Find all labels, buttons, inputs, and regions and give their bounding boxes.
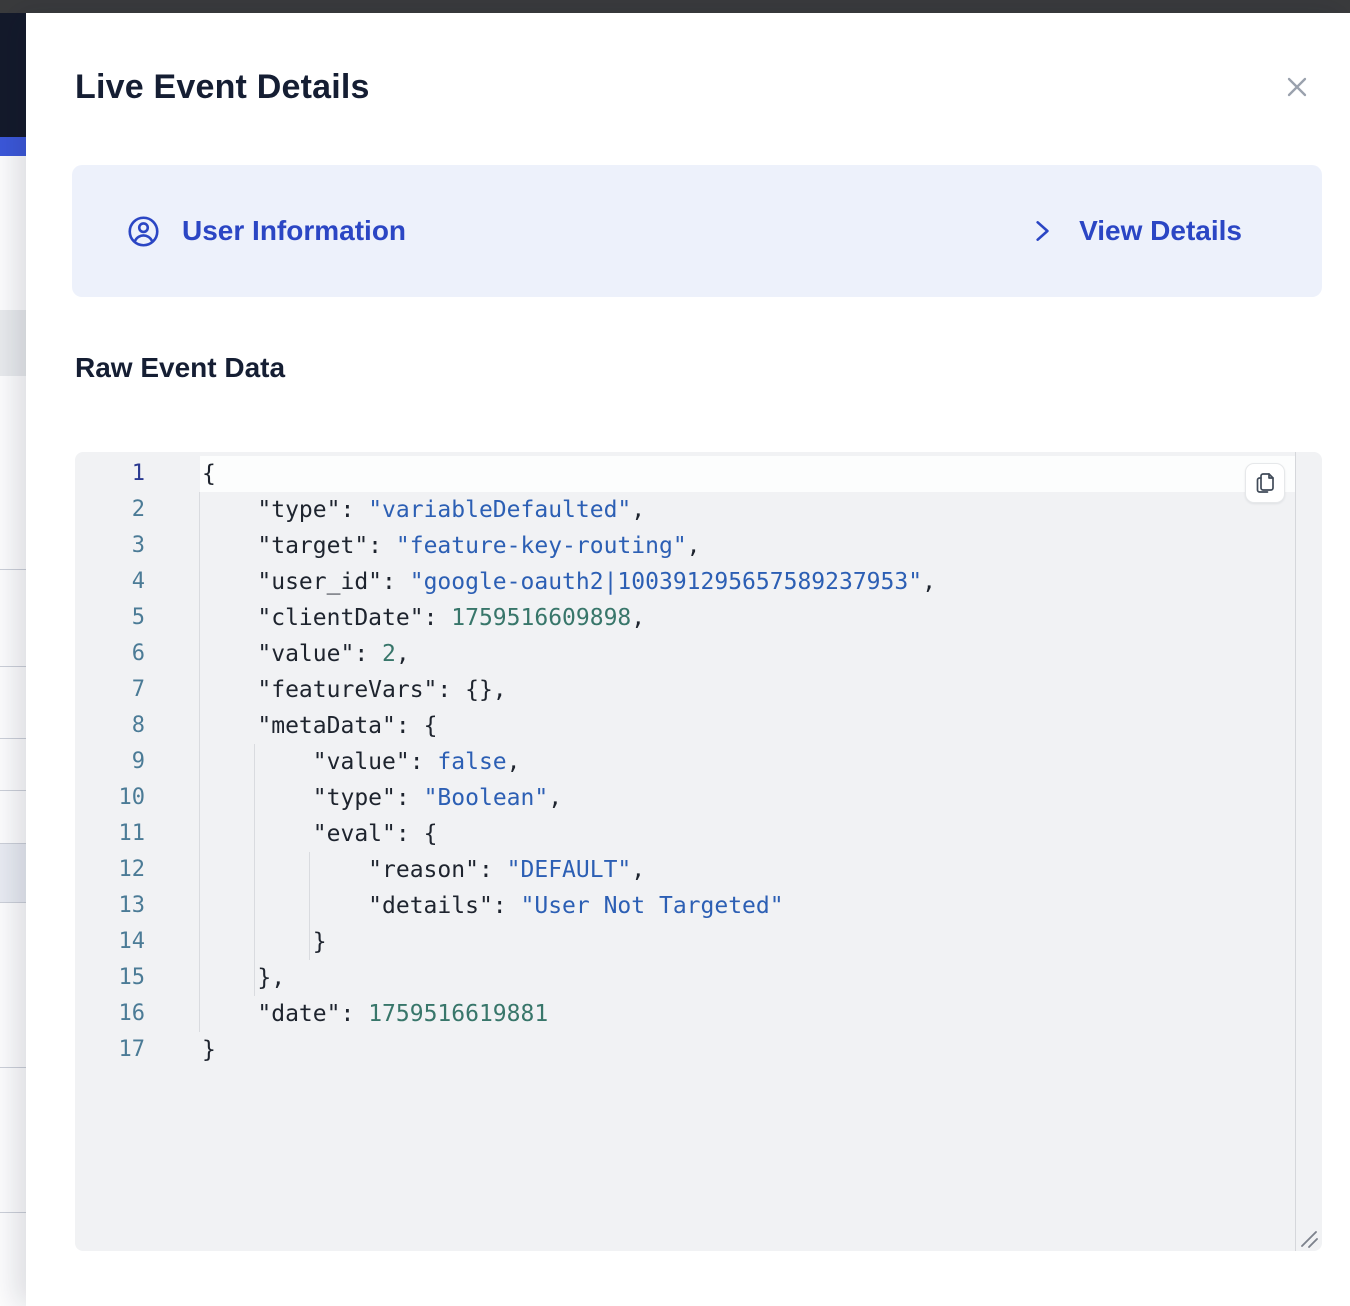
line-number: 16 [75,996,200,1032]
line-number: 5 [75,600,200,636]
code-line: 9 "value": false, [75,744,1295,780]
code-line-text: "featureVars": {}, [200,672,1295,708]
code-line: 12 "reason": "DEFAULT", [75,852,1295,888]
line-number: 12 [75,852,200,888]
code-line-text: } [200,924,1295,960]
code-line: 3 "target": "feature-key-routing", [75,528,1295,564]
modal-title: Live Event Details [75,68,370,107]
code-line: 16 "date": 1759516619881 [75,996,1295,1032]
underlying-row-divider [0,843,26,844]
code-line-text: "eval": { [200,816,1295,852]
code-line-text: "target": "feature-key-routing", [200,528,1295,564]
raw-event-code-editor[interactable]: 1{2 "type": "variableDefaulted",3 "targe… [75,452,1322,1251]
code-line-text: "type": "Boolean", [200,780,1295,816]
underlying-accent-bar [0,137,26,156]
user-information-banner: User Information View Details [72,165,1322,297]
code-line: 4 "user_id": "google-oauth2|100391295657… [75,564,1295,600]
code-line: 17} [75,1032,1295,1068]
underlying-gray-block [0,310,26,376]
browser-chrome-strip [0,0,1350,13]
line-number: 15 [75,960,200,996]
resize-handle[interactable] [1296,1226,1320,1250]
line-number: 9 [75,744,200,780]
code-line: 2 "type": "variableDefaulted", [75,492,1295,528]
line-number: 10 [75,780,200,816]
line-number: 4 [75,564,200,600]
underlying-row-divider [0,790,26,791]
code-line-text: "user_id": "google-oauth2|10039129565758… [200,564,1295,600]
close-icon [1282,72,1312,105]
close-button[interactable] [1281,72,1313,104]
code-line: 15 }, [75,960,1295,996]
code-line-text: "metaData": { [200,708,1295,744]
copy-button[interactable] [1245,463,1285,503]
underlying-row-divider [0,1212,26,1213]
code-line-text: "value": false, [200,744,1295,780]
code-line: 1{ [75,456,1295,492]
chevron-right-icon [1029,218,1055,244]
line-number: 7 [75,672,200,708]
underlying-row-divider [0,569,26,570]
raw-event-data-heading: Raw Event Data [75,352,285,384]
line-number: 13 [75,888,200,924]
view-details-label: View Details [1079,215,1242,247]
code-line-text: }, [200,960,1295,996]
underlying-header-edge [0,13,26,137]
code-line: 7 "featureVars": {}, [75,672,1295,708]
copy-icon [1253,471,1277,495]
code-line: 14 } [75,924,1295,960]
code-line-text: } [200,1032,1295,1068]
line-number: 2 [75,492,200,528]
user-information-label: User Information [182,215,406,247]
code-line: 5 "clientDate": 1759516609898, [75,600,1295,636]
live-event-details-modal: Live Event Details User Information View… [26,13,1350,1306]
code-line-text: "reason": "DEFAULT", [200,852,1295,888]
line-number: 11 [75,816,200,852]
underlying-row-divider [0,902,26,903]
underlying-row-divider [0,666,26,667]
code-line-text: "details": "User Not Targeted" [200,888,1295,924]
underlying-row-divider [0,738,26,739]
view-details-button[interactable]: View Details [1029,215,1242,247]
line-number: 3 [75,528,200,564]
code-line-text: "type": "variableDefaulted", [200,492,1295,528]
underlying-selected-row [0,843,26,902]
line-number: 1 [75,456,200,492]
editor-right-separator [1295,452,1296,1251]
code-line: 10 "type": "Boolean", [75,780,1295,816]
code-line-text: "clientDate": 1759516609898, [200,600,1295,636]
line-number: 8 [75,708,200,744]
code-line-text: { [200,456,1295,492]
code-line: 11 "eval": { [75,816,1295,852]
code-line: 13 "details": "User Not Targeted" [75,888,1295,924]
line-number: 17 [75,1032,200,1068]
code-line-text: "date": 1759516619881 [200,996,1295,1032]
code-line: 6 "value": 2, [75,636,1295,672]
user-circle-icon [127,215,160,248]
line-number: 6 [75,636,200,672]
code-line: 8 "metaData": { [75,708,1295,744]
line-number: 14 [75,924,200,960]
underlying-row-divider [0,1067,26,1068]
underlying-page-strip [0,13,26,1306]
code-rows: 1{2 "type": "variableDefaulted",3 "targe… [75,456,1295,1068]
code-line-text: "value": 2, [200,636,1295,672]
